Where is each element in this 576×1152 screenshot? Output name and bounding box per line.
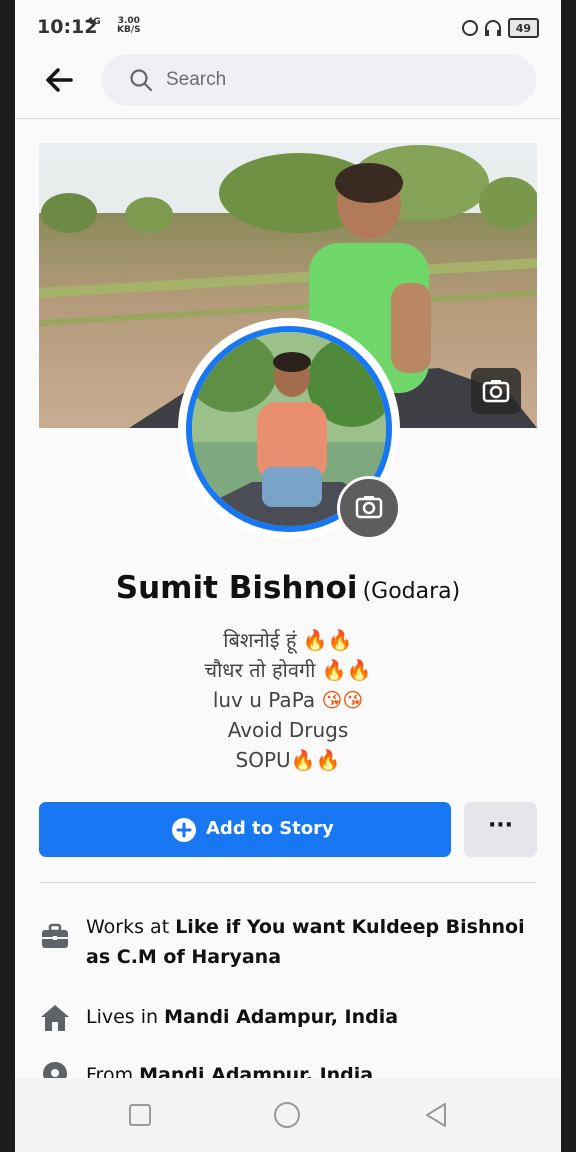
cover-camera-button[interactable] xyxy=(471,368,521,414)
briefcase-icon xyxy=(42,923,68,948)
system-navigation-bar xyxy=(15,1078,561,1152)
back-arrow-icon[interactable] xyxy=(43,64,75,96)
divider xyxy=(39,882,537,883)
network-type: 4G xyxy=(87,17,101,27)
back-button-icon[interactable] xyxy=(421,1100,451,1130)
profile-camera-button[interactable] xyxy=(337,476,401,540)
home-icon xyxy=(41,1005,69,1031)
bio-line: luv u PaPa 😘😘 xyxy=(212,688,364,712)
add-to-story-label: Add to Story xyxy=(206,818,334,839)
bio: बिशनोई हूं 🔥🔥 चौधर तो होवगी 🔥🔥 luv u PaP… xyxy=(15,625,561,775)
status-bar: 10:12 4G 3.00 KB/S 49 xyxy=(15,0,561,50)
more-options-button[interactable]: ··· xyxy=(464,802,537,857)
bio-line: बिशनोई हूं 🔥🔥 xyxy=(223,628,353,652)
bio-line: Avoid Drugs xyxy=(227,718,349,742)
network-speed: 3.00 KB/S xyxy=(117,16,141,35)
home-button-icon[interactable] xyxy=(272,1100,302,1130)
lives-text: Lives in Mandi Adampur, India xyxy=(86,1006,399,1028)
profile-name: Sumit Bishnoi (Godara) xyxy=(15,570,561,606)
add-to-story-button[interactable]: Add to Story xyxy=(39,802,451,857)
camera-icon xyxy=(482,380,510,403)
headphones-icon xyxy=(484,20,501,36)
name-alt: (Godara) xyxy=(362,579,461,604)
camera-icon xyxy=(355,496,383,519)
top-bar: Search xyxy=(15,50,561,119)
search-icon xyxy=(130,69,153,92)
plus-circle-icon xyxy=(172,818,196,842)
bio-line: चौधर तो होवगी 🔥🔥 xyxy=(204,658,372,682)
bio-line: SOPU🔥🔥 xyxy=(235,748,341,772)
phone-screen: 10:12 4G 3.00 KB/S 49 Search Sumit Bishn… xyxy=(15,0,561,1152)
lock-rotation-icon xyxy=(461,20,478,36)
status-icons: 49 xyxy=(461,18,539,38)
search-bar[interactable]: Search xyxy=(101,54,536,106)
work-text: Works at Like if You want Kuldeep Bishno… xyxy=(86,916,525,968)
name-main: Sumit Bishnoi xyxy=(115,570,358,606)
recent-apps-icon[interactable] xyxy=(125,1100,155,1130)
battery-indicator: 49 xyxy=(507,18,539,38)
search-placeholder: Search xyxy=(166,69,227,90)
